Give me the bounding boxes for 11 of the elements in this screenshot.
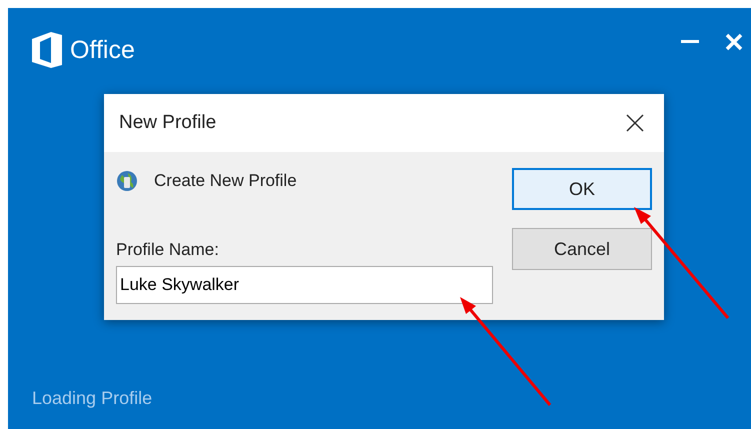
field-label: Profile Name: (116, 240, 220, 260)
globe-icon (116, 170, 138, 192)
dialog-heading: Create New Profile (154, 171, 297, 191)
minimize-button[interactable] (681, 40, 699, 44)
cancel-button[interactable]: Cancel (512, 228, 652, 270)
app-title: Office (70, 36, 135, 64)
ok-button[interactable]: OK (512, 168, 652, 210)
profile-name-field[interactable]: Luke Skywalker (116, 266, 493, 304)
dialog-title: New Profile (119, 112, 216, 134)
office-logo-icon (32, 32, 62, 68)
status-text: Loading Profile (32, 388, 154, 409)
